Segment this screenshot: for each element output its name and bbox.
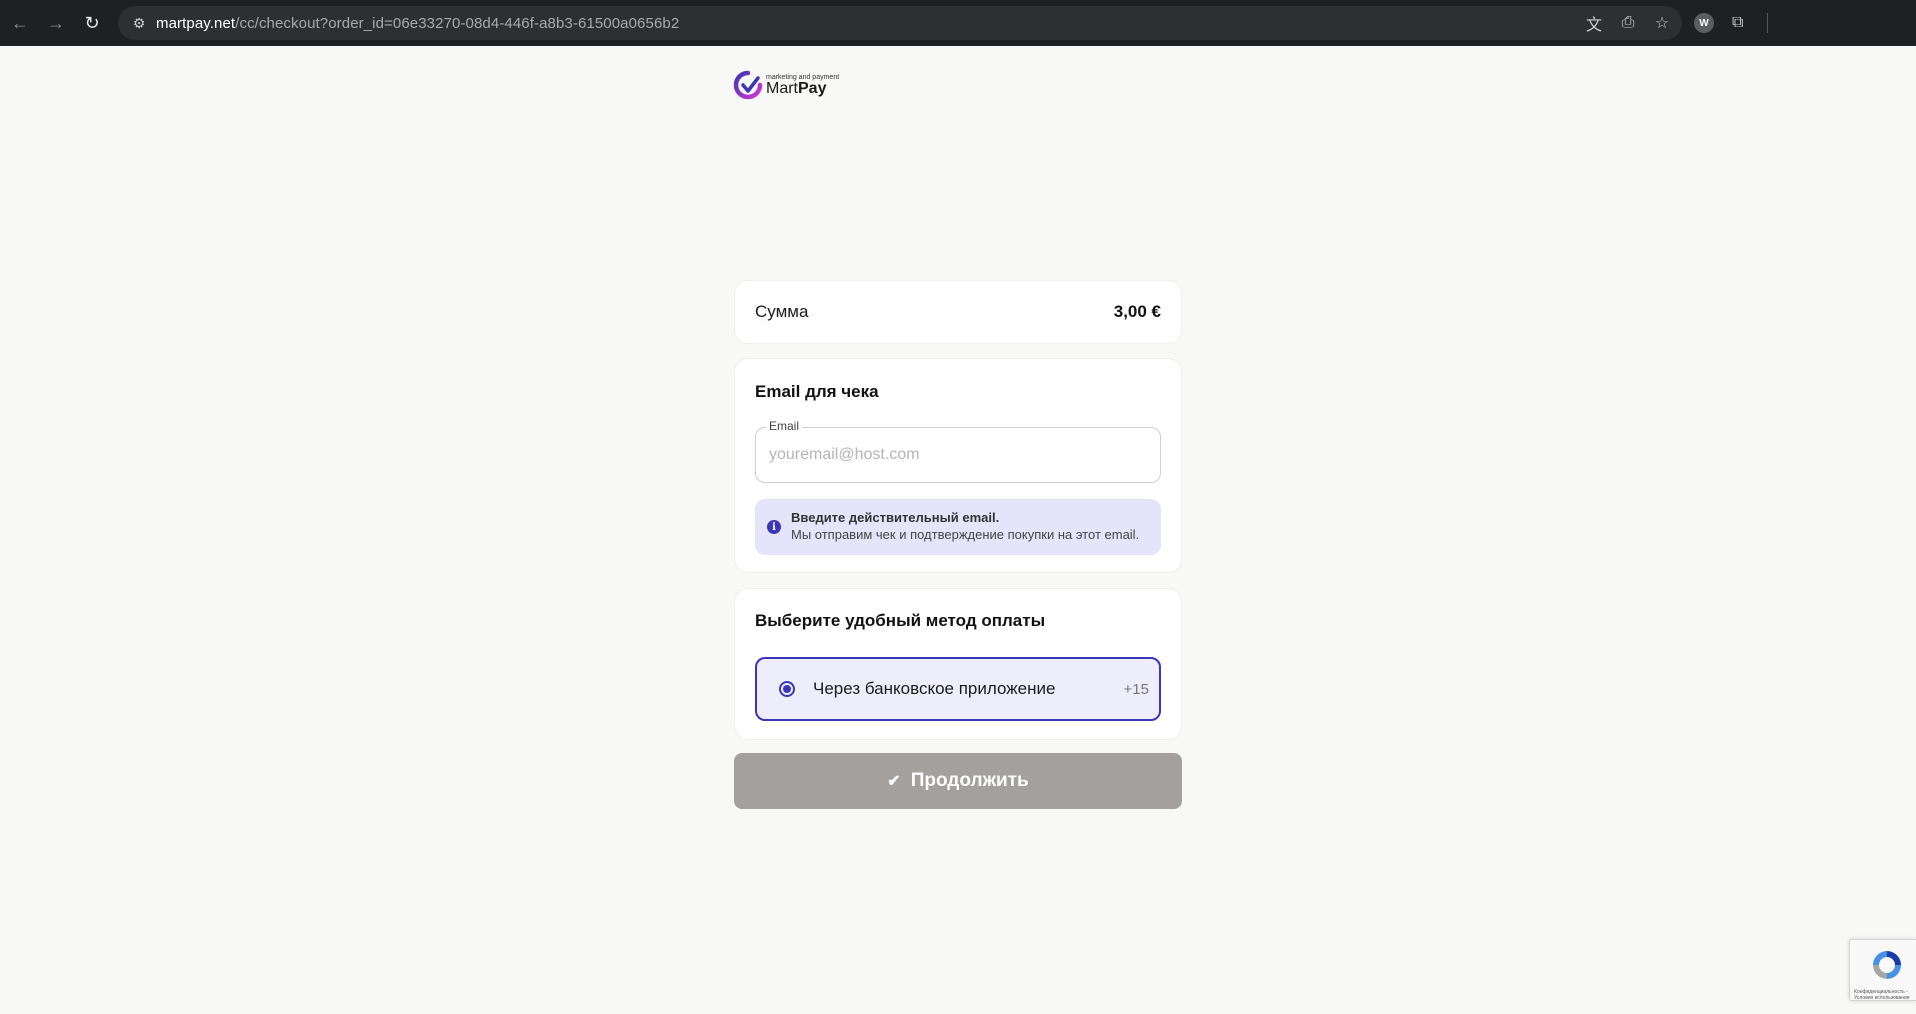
extension-avatar-icon[interactable]: W — [1694, 13, 1714, 33]
logo-name-bold: Pay — [798, 79, 827, 97]
payment-section-title: Выберите удобный метод оплаты — [755, 611, 1046, 630]
extensions-puzzle-icon[interactable]: ⧉ — [1732, 14, 1743, 32]
info-icon: i — [767, 520, 781, 534]
info-description: Мы отправим чек и подтверждение покупки … — [791, 527, 1140, 542]
forward-button[interactable]: → — [38, 5, 74, 41]
back-button[interactable]: ← — [2, 5, 38, 41]
url-path: /cc/checkout?order_id=06e33270-08d4-446f… — [235, 14, 680, 32]
address-bar[interactable]: ⚙ martpay.net/cc/checkout?order_id=06e33… — [118, 6, 1682, 40]
url-host: martpay.net — [156, 14, 236, 32]
order-summary-card: Сумма 3,00 € — [734, 280, 1182, 344]
bookmark-star-icon[interactable]: ☆ — [1652, 13, 1672, 33]
payment-option-more-count: +15 — [1123, 680, 1149, 698]
logo-name-regular: Mart — [766, 79, 798, 97]
email-field-label: Email — [766, 419, 803, 433]
recaptcha-icon — [1873, 951, 1901, 979]
toolbar-divider — [1767, 13, 1769, 33]
martpay-logo[interactable]: marketing and payment MartPay — [733, 70, 839, 100]
info-title: Введите действительный email. — [791, 510, 1000, 526]
translate-icon[interactable]: 文 — [1584, 11, 1604, 35]
radio-selected-dot — [783, 685, 791, 693]
logo-name: MartPay — [766, 80, 826, 97]
email-card: Email для чека Email i Введите действите… — [734, 358, 1182, 573]
martpay-logo-icon — [733, 70, 763, 100]
install-app-icon[interactable]: ⎙ — [1618, 14, 1638, 32]
email-field[interactable]: Email — [755, 419, 1161, 483]
sum-label: Сумма — [755, 302, 809, 321]
url-text[interactable]: martpay.net/cc/checkout?order_id=06e3327… — [156, 15, 679, 32]
recaptcha-terms-link[interactable]: Условия использования — [1854, 995, 1910, 1001]
email-info-notice: i Введите действительный email. Мы отпра… — [755, 499, 1161, 555]
browser-toolbar: ← → ↻ ⚙ martpay.net/cc/checkout?order_id… — [0, 0, 1916, 46]
site-settings-icon[interactable]: ⚙ — [122, 15, 156, 32]
reload-button[interactable]: ↻ — [74, 5, 110, 41]
payment-option-bank-app[interactable]: Через банковское приложение +15 — [755, 657, 1161, 721]
recaptcha-badge[interactable]: Конфиденциальность - Условия использован… — [1849, 939, 1916, 1001]
payment-option-label: Через банковское приложение — [813, 679, 1056, 698]
sum-value: 3,00 € — [1113, 302, 1161, 321]
email-input[interactable] — [769, 442, 1149, 468]
email-section-title: Email для чека — [755, 382, 879, 401]
continue-button-label: Продолжить — [910, 770, 1029, 791]
continue-button[interactable]: ✔ Продолжить — [734, 753, 1182, 809]
payment-method-card: Выберите удобный метод оплаты Через банк… — [734, 588, 1182, 740]
check-icon: ✔ — [887, 773, 901, 790]
payment-option-radio[interactable] — [779, 681, 795, 697]
